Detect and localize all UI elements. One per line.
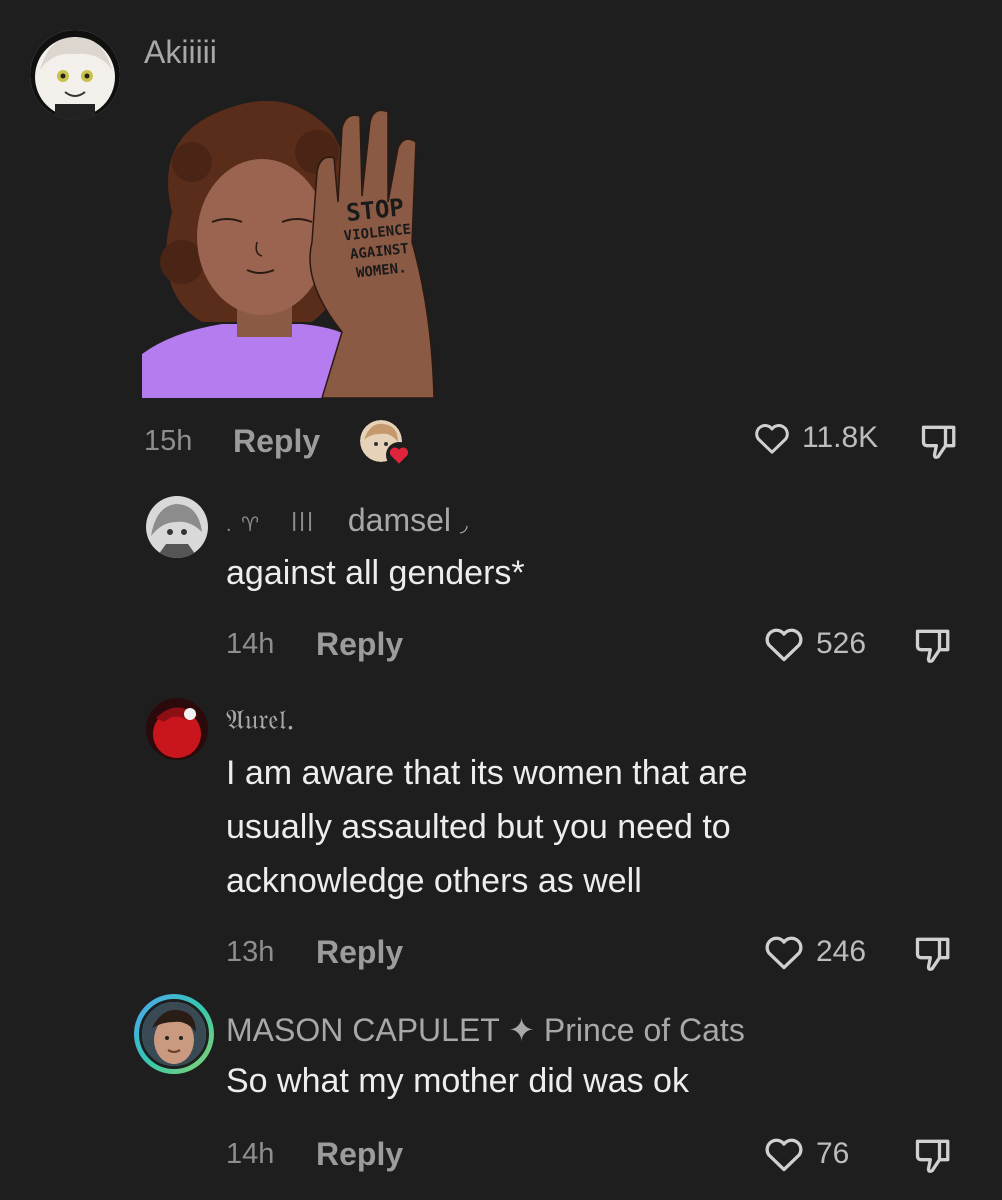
comment-text-line-3: acknowledge others as well bbox=[226, 862, 642, 900]
dislike-icon[interactable] bbox=[912, 932, 956, 976]
reply-button[interactable]: Reply bbox=[316, 626, 403, 663]
heart-outline-icon bbox=[765, 1138, 803, 1172]
creator-liked-badge bbox=[360, 420, 412, 468]
username-prefix: . ♈︎ ꟾꟾꟾ bbox=[226, 514, 315, 536]
comment-text-line-2: usually assaulted but you need to bbox=[226, 808, 731, 846]
comment-time: 14h bbox=[226, 628, 275, 660]
like-count: 526 bbox=[816, 627, 867, 660]
username[interactable]: . ♈︎ ꟾꟾꟾ damsel ◞ bbox=[226, 502, 468, 539]
like-button[interactable]: 526 bbox=[762, 622, 866, 666]
reply-button[interactable]: Reply bbox=[316, 1136, 403, 1173]
user-avatar[interactable] bbox=[30, 30, 120, 120]
red-avatar-icon bbox=[146, 698, 208, 760]
like-count: 246 bbox=[816, 935, 867, 968]
anime-avatar-icon bbox=[30, 30, 120, 120]
comment-text: So what my mother did was ok bbox=[226, 1062, 689, 1100]
heart-outline-icon bbox=[765, 628, 803, 662]
like-button[interactable]: 246 bbox=[762, 930, 866, 974]
username[interactable]: Akiiiii bbox=[144, 34, 217, 71]
photo-avatar-icon bbox=[142, 1002, 206, 1066]
comment-time: 13h bbox=[226, 936, 275, 968]
user-avatar[interactable] bbox=[146, 496, 208, 558]
dislike-icon[interactable] bbox=[912, 624, 956, 668]
comment-time: 14h bbox=[226, 1138, 275, 1170]
reply-button[interactable]: Reply bbox=[233, 423, 320, 460]
dislike-icon[interactable] bbox=[918, 420, 962, 464]
like-button[interactable]: 76 bbox=[762, 1132, 849, 1176]
sketch-avatar-icon bbox=[146, 496, 208, 558]
like-button[interactable]: 11.8K bbox=[752, 418, 878, 458]
heart-outline-icon bbox=[755, 424, 789, 454]
user-avatar[interactable] bbox=[134, 994, 214, 1074]
username-main: damsel bbox=[347, 502, 452, 538]
comment-text-line-1: I am aware that its women that are bbox=[226, 754, 748, 792]
dislike-icon[interactable] bbox=[912, 1134, 956, 1178]
username-suffix: ◞ bbox=[459, 514, 468, 536]
heart-badge-icon bbox=[386, 442, 412, 468]
like-count: 76 bbox=[816, 1137, 850, 1170]
avatar-photo bbox=[139, 999, 209, 1069]
comment-time: 15h bbox=[144, 425, 193, 457]
sticker-image: STOP VIOLENCE AGAINST WOMEN. bbox=[142, 92, 438, 399]
username[interactable]: MASON CAPULET ✦ Prince of Cats bbox=[226, 1011, 745, 1049]
comment-text: against all genders* bbox=[226, 554, 525, 592]
username[interactable]: 𝔄𝔲𝔯𝔢𝔩. bbox=[226, 703, 295, 737]
sticker-text: STOP VIOLENCE AGAINST WOMEN. bbox=[324, 191, 432, 286]
user-avatar[interactable] bbox=[146, 698, 208, 760]
heart-outline-icon bbox=[765, 936, 803, 970]
reply-button[interactable]: Reply bbox=[316, 934, 403, 971]
like-count: 11.8K bbox=[802, 421, 879, 454]
